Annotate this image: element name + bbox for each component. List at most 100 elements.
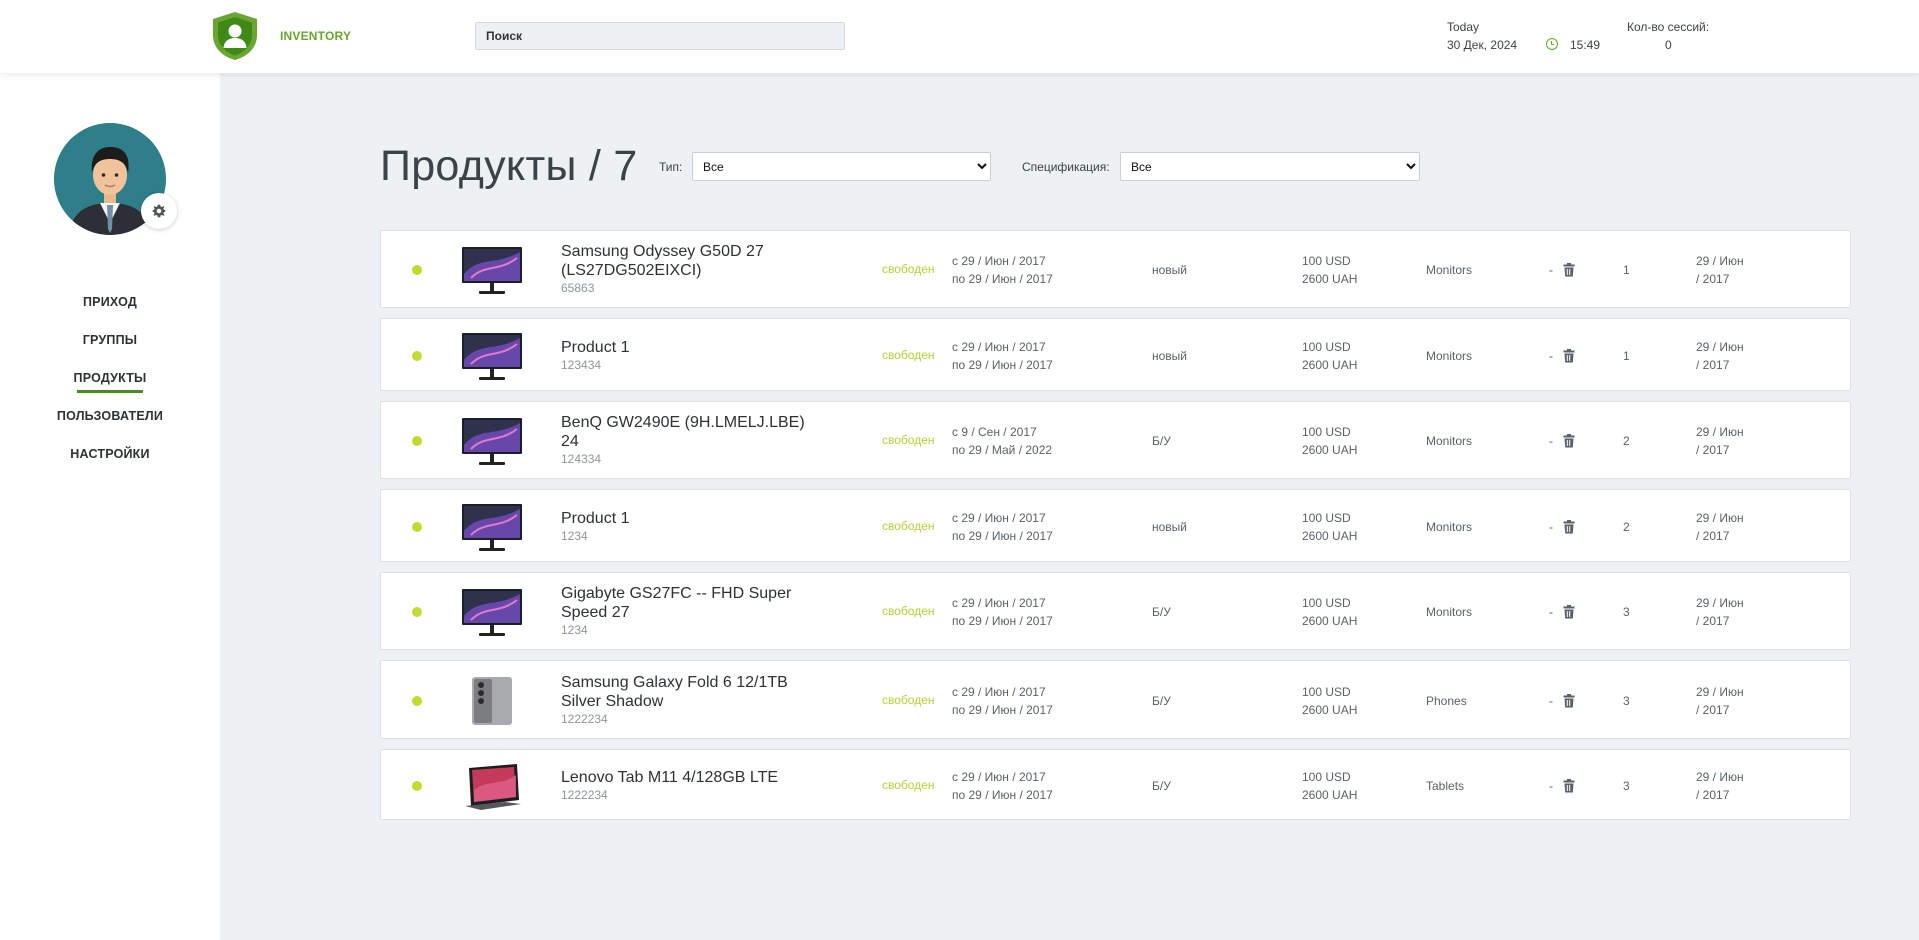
delete-trash-icon[interactable] [1563,263,1575,277]
product-name[interactable]: BenQ GW2490E (9H.LMELJ.LBE) 24 [561,414,805,450]
product-date-line2: / 2017 [1696,357,1730,372]
clock-icon [1546,38,1558,50]
monitor-icon[interactable] [461,244,523,296]
type-filter-select[interactable]: Все [692,152,991,181]
price-uah: 2600 UAH [1302,702,1358,717]
product-date-line1: 29 / Июн [1696,684,1744,699]
availability-to: по 29 / Июн / 2017 [952,272,1053,286]
spec-filter-select[interactable]: Все [1120,152,1420,181]
product-name-block[interactable]: Samsung Galaxy Fold 6 12/1TB Silver Shad… [561,673,806,727]
product-condition: Б/У [1152,693,1171,708]
product-type: Monitors [1426,263,1473,277]
product-name[interactable]: Samsung Odyssey G50D 27 (LS27DG502EIXCI) [561,243,764,279]
product-name[interactable]: Product 1 [561,510,629,527]
availability-to: по 29 / Июн / 2017 [952,357,1053,372]
nav-item-products[interactable]: ПРОДУКТЫ [0,359,220,397]
price-usd: 100 USD [1302,684,1351,699]
monitor-icon[interactable] [461,501,523,553]
product-row[interactable]: Gigabyte GS27FC -- FHD Super Speed 27 123… [380,572,1851,650]
product-name[interactable]: Product 1 [561,339,629,356]
search-input[interactable] [475,22,845,50]
availability-status: свободен [882,692,935,707]
status-dot [412,780,422,791]
availability-status: свободен [882,347,935,362]
spec-filter-label: Спецификация: [1022,160,1110,174]
availability-to: по 29 / Май / 2022 [952,443,1053,457]
product-name-block[interactable]: BenQ GW2490E (9H.LMELJ.LBE) 24 124334 [561,413,806,467]
product-row[interactable]: Samsung Odyssey G50D 27 (LS27DG502EIXCI)… [380,230,1851,308]
sessions-count: 0 [1665,38,1672,52]
product-extra: - [1549,263,1553,277]
nav-item-settings[interactable]: НАСТРОЙКИ [0,435,220,473]
price-uah: 2600 UAH [1302,357,1358,372]
product-name[interactable]: Lenovo Tab M11 4/128GB LTE [561,769,778,786]
product-list: Samsung Odyssey G50D 27 (LS27DG502EIXCI)… [380,230,1851,830]
monitor-icon[interactable] [461,586,523,638]
status-dot [412,436,422,446]
sidebar-nav: ПРИХОД ГРУППЫ ПРОДУКТЫ ПОЛЬЗОВАТЕЛИ НАСТ… [0,283,220,473]
delete-trash-icon[interactable] [1563,348,1575,363]
product-name-block[interactable]: Samsung Odyssey G50D 27 (LS27DG502EIXCI)… [561,242,806,296]
product-extra: - [1549,348,1553,363]
product-condition: Б/У [1152,778,1171,793]
status-dot [412,521,422,532]
product-date-line2: / 2017 [1696,528,1730,543]
product-name[interactable]: Gigabyte GS27FC -- FHD Super Speed 27 [561,585,791,621]
product-extra: - [1549,519,1553,534]
availability-from: с 29 / Июн / 2017 [952,596,1046,610]
product-date-line2: / 2017 [1696,614,1730,628]
page-title: Продукты / 7 [380,142,638,190]
price-uah: 2600 UAH [1302,787,1358,802]
gear-icon [152,204,166,218]
product-name-block[interactable]: Lenovo Tab M11 4/128GB LTE 1222234 [561,768,806,803]
tablet-icon[interactable] [461,760,523,812]
product-name-block[interactable]: Product 1 123434 [561,338,806,373]
product-date-line1: 29 / Июн [1696,510,1744,525]
monitor-icon[interactable] [461,330,523,382]
product-row[interactable]: Product 1 123434 свободен с 29 / Июн / 2017… [380,318,1851,391]
price-usd: 100 USD [1302,254,1351,268]
sessions-label: Кол-во сессий: [1627,20,1710,34]
product-row[interactable]: Samsung Galaxy Fold 6 12/1TB Silver Shad… [380,660,1851,739]
product-type: Monitors [1426,519,1473,534]
availability-status: свободен [882,262,935,276]
monitor-icon[interactable] [461,415,523,467]
sidebar: ПРИХОД ГРУППЫ ПРОДУКТЫ ПОЛЬЗОВАТЕЛИ НАСТ… [0,73,220,940]
product-condition: новый [1152,263,1188,277]
delete-trash-icon[interactable] [1563,693,1575,708]
type-filter-label: Тип: [659,160,683,174]
product-name-block[interactable]: Gigabyte GS27FC -- FHD Super Speed 27 123… [561,584,806,638]
product-name-block[interactable]: Product 1 1234 [561,509,806,544]
nav-item-incoming[interactable]: ПРИХОД [0,283,220,321]
status-dot [412,350,422,361]
shield-user-logo-icon[interactable] [211,11,259,61]
phone-icon[interactable] [461,675,523,727]
status-dot [412,607,422,617]
nav-item-users[interactable]: ПОЛЬЗОВАТЕЛИ [0,397,220,435]
price-uah: 2600 UAH [1302,614,1358,628]
profile-settings-button[interactable] [141,193,177,229]
delete-trash-icon[interactable] [1563,519,1575,534]
product-type: Monitors [1426,434,1473,448]
status-dot [412,695,422,706]
product-count: 3 [1623,778,1630,793]
product-row[interactable]: Lenovo Tab M11 4/128GB LTE 1222234 свободе… [380,749,1851,820]
availability-from: с 9 / Сен / 2017 [952,425,1037,439]
availability-from: с 29 / Июн / 2017 [952,510,1046,525]
app-name[interactable]: INVENTORY [280,29,351,43]
product-extra: - [1549,693,1553,708]
product-row[interactable]: BenQ GW2490E (9H.LMELJ.LBE) 24 124334 своб… [380,401,1851,479]
product-extra: - [1549,605,1553,619]
product-date-line2: / 2017 [1696,702,1730,717]
nav-item-groups[interactable]: ГРУППЫ [0,321,220,359]
current-time: 15:49 [1570,38,1601,52]
product-name[interactable]: Samsung Galaxy Fold 6 12/1TB Silver Shad… [561,674,788,710]
delete-trash-icon[interactable] [1563,778,1575,793]
availability-from: с 29 / Июн / 2017 [952,684,1046,699]
price-usd: 100 USD [1302,769,1351,784]
delete-trash-icon[interactable] [1563,605,1575,619]
availability-status: свободен [882,777,935,792]
product-code: 124334 [561,452,602,466]
delete-trash-icon[interactable] [1563,434,1575,448]
product-row[interactable]: Product 1 1234 свободен с 29 / Июн / 2017 по… [380,489,1851,562]
